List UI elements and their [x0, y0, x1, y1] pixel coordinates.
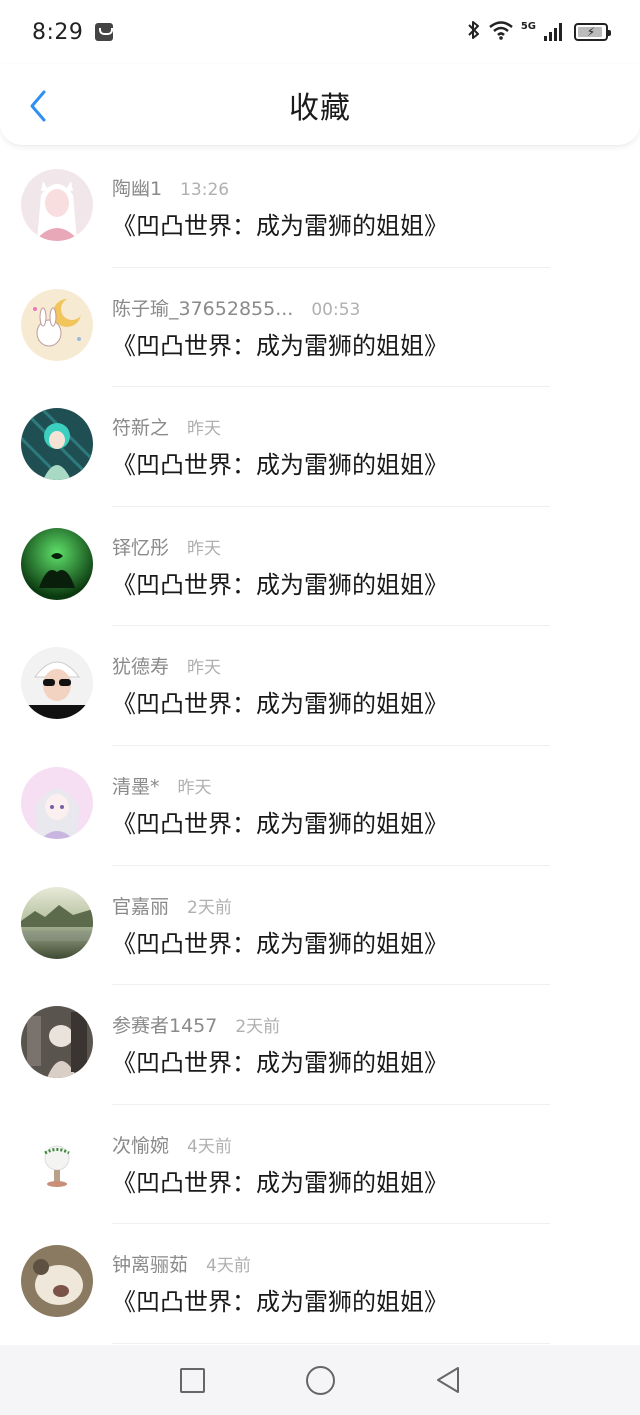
item-time: 00:53 — [311, 299, 361, 320]
avatar[interactable] — [21, 169, 93, 241]
item-content: 《凹凸世界：成为雷狮的姐姐》 — [112, 331, 448, 360]
page-title: 收藏 — [289, 90, 351, 126]
status-icons: 5G ⚡ — [467, 20, 611, 45]
user-name: 符新之 — [112, 417, 170, 440]
avatar[interactable] — [21, 288, 93, 361]
item-time: 昨天 — [187, 658, 222, 679]
user-name: 犹德寿 — [112, 656, 170, 679]
item-meta: 陶幽1 13:26 — [112, 174, 229, 201]
user-name: 参赛者1457 — [112, 1015, 218, 1038]
item-time: 4天前 — [187, 1136, 232, 1157]
list-item[interactable]: 陈子瑜_37652855... 00:53 《凹凸世界：成为雷狮的姐姐》 — [0, 268, 640, 388]
network-type-label: 5G — [520, 20, 536, 32]
item-time: 昨天 — [187, 538, 222, 559]
item-meta: 符新之 昨天 — [112, 413, 221, 440]
user-name: 次愉婉 — [112, 1134, 170, 1157]
avatar[interactable] — [21, 408, 93, 481]
system-nav-bar — [0, 1345, 640, 1415]
list-item[interactable]: 参赛者1457 2天前 《凹凸世界：成为雷狮的姐姐》 — [0, 985, 640, 1105]
item-meta: 清墨* 昨天 — [112, 772, 212, 799]
back-button[interactable] — [18, 86, 58, 126]
list-item[interactable]: 官嘉丽 2天前 《凹凸世界：成为雷狮的姐姐》 — [0, 866, 640, 986]
user-name: 陈子瑜_37652855... — [112, 297, 294, 320]
item-content: 《凹凸世界：成为雷狮的姐姐》 — [112, 212, 448, 240]
avatar[interactable] — [21, 1125, 93, 1198]
avatar[interactable] — [21, 527, 93, 600]
user-name: 钟离骊茹 — [112, 1254, 189, 1277]
avatar[interactable] — [21, 766, 93, 839]
avatar[interactable] — [21, 647, 93, 720]
favorites-list: 陶幽1 13:26 《凹凸世界：成为雷狮的姐姐》 陈子瑜_37652855...… — [0, 148, 640, 1344]
item-content: 《凹凸世界：成为雷狮的姐姐》 — [112, 929, 448, 958]
back-triangle-icon — [437, 1367, 459, 1393]
chevron-left-icon — [30, 90, 46, 122]
item-content: 《凹凸世界：成为雷狮的姐姐》 — [112, 809, 448, 838]
user-name: 陶幽1 — [112, 178, 163, 200]
signal-icon — [544, 23, 562, 41]
item-time: 2天前 — [235, 1017, 281, 1038]
header: 收藏 — [0, 64, 640, 146]
item-content: 《凹凸世界：成为雷狮的姐姐》 — [112, 1288, 448, 1317]
list-item[interactable]: 清墨* 昨天 《凹凸世界：成为雷狮的姐姐》 — [0, 746, 640, 866]
item-content: 《凹凸世界：成为雷狮的姐姐》 — [112, 1049, 448, 1078]
user-name: 铎忆彤 — [112, 536, 170, 559]
message-icon — [95, 23, 114, 41]
avatar[interactable] — [21, 886, 93, 959]
item-meta: 铎忆彤 昨天 — [112, 533, 221, 560]
item-content: 《凹凸世界：成为雷狮的姐姐》 — [112, 1168, 448, 1197]
list-item[interactable]: 陶幽1 13:26 《凹凸世界：成为雷狮的姐姐》 — [0, 148, 640, 268]
bluetooth-icon — [467, 20, 481, 45]
user-name: 清墨* — [112, 775, 160, 798]
list-item[interactable]: 铎忆彤 昨天 《凹凸世界：成为雷狮的姐姐》 — [0, 507, 640, 627]
item-content: 《凹凸世界：成为雷狮的姐姐》 — [112, 451, 448, 480]
status-bar: 8:29 5G ⚡ — [0, 0, 640, 64]
avatar[interactable] — [21, 1006, 93, 1079]
list-item[interactable]: 钟离骊茹 4天前 《凹凸世界：成为雷狮的姐姐》 — [0, 1224, 640, 1344]
item-time: 4天前 — [206, 1256, 251, 1277]
recents-button[interactable] — [177, 1365, 207, 1395]
status-time: 8:29 — [32, 19, 84, 45]
item-meta: 犹德寿 昨天 — [112, 652, 221, 679]
list-item[interactable]: 符新之 昨天 《凹凸世界：成为雷狮的姐姐》 — [0, 387, 640, 507]
item-meta: 钟离骊茹 4天前 — [112, 1250, 251, 1277]
item-meta: 官嘉丽 2天前 — [112, 892, 232, 919]
item-time: 13:26 — [180, 180, 230, 200]
list-item[interactable]: 次愉婉 4天前 《凹凸世界：成为雷狮的姐姐》 — [0, 1105, 640, 1225]
home-button[interactable] — [305, 1365, 335, 1395]
item-meta: 次愉婉 4天前 — [112, 1131, 232, 1158]
item-content: 《凹凸世界：成为雷狮的姐姐》 — [112, 570, 448, 599]
recents-square-icon — [179, 1367, 205, 1393]
item-meta: 陈子瑜_37652855... 00:53 — [112, 294, 360, 321]
home-circle-icon — [305, 1365, 335, 1395]
item-time: 昨天 — [177, 777, 212, 798]
item-time: 昨天 — [187, 419, 222, 440]
item-meta: 参赛者1457 2天前 — [112, 1011, 280, 1038]
item-content: 《凹凸世界：成为雷狮的姐姐》 — [112, 690, 448, 719]
avatar[interactable] — [21, 1245, 93, 1318]
list-item[interactable]: 犹德寿 昨天 《凹凸世界：成为雷狮的姐姐》 — [0, 626, 640, 746]
item-time: 2天前 — [187, 897, 232, 918]
system-back-button[interactable] — [433, 1365, 463, 1395]
wifi-icon — [489, 20, 513, 44]
user-name: 官嘉丽 — [112, 895, 170, 918]
battery-charging-icon: ⚡ — [574, 23, 611, 41]
